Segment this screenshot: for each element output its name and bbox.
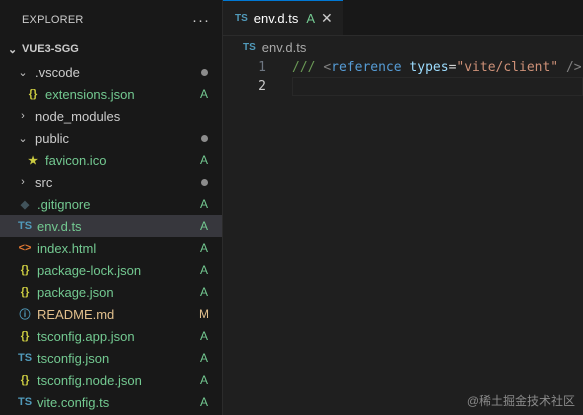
editor-area: TS env.d.ts A ✕ TS env.d.ts 1 /// <refer… (223, 0, 583, 415)
git-status-badge: A (199, 351, 208, 365)
attr-name: types (409, 60, 449, 75)
explorer-sidebar: EXPLORER ··· ⌄ VUE3-SGG ⌄ .vscode {} extens… (0, 0, 223, 415)
ts-file-icon: TS (17, 220, 33, 232)
tree-item[interactable]: ⌄ public (0, 127, 222, 149)
tag-open: < (323, 60, 332, 75)
git-status-badge: A (199, 197, 208, 211)
json-file-icon: {} (20, 264, 30, 276)
json-file-icon: {} (20, 286, 30, 298)
close-icon[interactable]: ✕ (321, 10, 333, 27)
tree-item[interactable]: <> index.html A (0, 237, 222, 259)
explorer-header: EXPLORER ··· (0, 0, 222, 40)
watermark: @稀土掘金技术社区 (466, 394, 575, 408)
git-status-badge: A (199, 219, 208, 233)
git-status-badge: A (199, 373, 208, 387)
dot-icon (200, 179, 208, 186)
tree-item-label: extensions.json (45, 86, 135, 102)
tree-item[interactable]: TS env.d.ts A (0, 215, 222, 237)
explorer-title: EXPLORER (22, 14, 84, 26)
tree-item[interactable]: TS tsconfig.json A (0, 347, 222, 369)
tree-item[interactable]: TS vite.config.ts A (0, 391, 222, 413)
breadcrumb-file[interactable]: env.d.ts (262, 40, 307, 55)
comment-slash: /// (292, 60, 316, 75)
tree-item-label: package-lock.json (37, 262, 142, 278)
code-editor[interactable]: 1 /// <reference types="vite/client" /> … (223, 58, 583, 96)
ts-file-icon: TS (17, 396, 33, 408)
workspace-root-label: VUE3-SGG (22, 43, 79, 55)
modified-dot-icon (197, 175, 211, 189)
git-status-badge: A (199, 263, 208, 277)
git-status-badge: A (199, 329, 208, 343)
git-status-badge: A (199, 241, 208, 255)
tree-item-label: node_modules (35, 108, 121, 124)
tree-item[interactable]: {} package-lock.json A (0, 259, 222, 281)
typescript-icon: TS (235, 12, 248, 24)
git-status-badge: A (199, 87, 208, 101)
tree-item[interactable]: {} tsconfig.app.json A (0, 325, 222, 347)
attr-value: "vite/client" (456, 60, 559, 75)
dot-icon (200, 69, 208, 76)
git-status-badge: A (199, 395, 208, 409)
code-line-content: /// <reference types="vite/client" /> (292, 60, 582, 75)
code-line-current[interactable]: 2 (223, 77, 583, 96)
tab-env-d-ts[interactable]: TS env.d.ts A ✕ (223, 0, 343, 35)
tree-item[interactable]: › src (0, 171, 222, 193)
git-file-icon: ◆ (20, 198, 30, 211)
modified-dot-icon (197, 131, 211, 145)
ico-file-icon: ★ (28, 154, 38, 167)
tree-item-label: vite.config.ts (37, 394, 110, 410)
workspace-root[interactable]: ⌄ VUE3-SGG (0, 40, 222, 58)
json-file-icon: {} (20, 374, 30, 386)
chevron-right-icon: › (21, 176, 25, 188)
tag-close: /> (565, 60, 582, 75)
tree-item-label: public (35, 130, 69, 146)
current-line-highlight (292, 77, 583, 96)
tsconfig-file-icon: TS (17, 352, 33, 364)
chevron-right-icon: › (21, 110, 25, 122)
tag-name: reference (331, 60, 402, 75)
json-file-icon: {} (20, 330, 30, 342)
chevron-down-icon: ⌄ (18, 132, 28, 145)
code-line[interactable]: 1 /// <reference types="vite/client" /> (223, 58, 583, 77)
json-file-icon: {} (28, 88, 38, 100)
tree-item[interactable]: ★ favicon.ico A (0, 149, 222, 171)
html-file-icon: <> (18, 242, 32, 254)
tab-bar: TS env.d.ts A ✕ (223, 0, 583, 36)
tree-item-label: favicon.ico (45, 152, 107, 168)
tab-label: env.d.ts (253, 10, 299, 26)
tree-item-label: .gitignore (37, 196, 91, 212)
line-number: 2 (258, 79, 266, 94)
tree-item-label: tsconfig.app.json (37, 328, 135, 344)
git-status-badge: M (199, 307, 209, 321)
tree-item[interactable]: ⌄ .vscode (0, 61, 222, 83)
md-file-icon: ⓘ (19, 309, 31, 321)
more-actions-icon[interactable]: ··· (192, 12, 210, 29)
breadcrumb[interactable]: TS env.d.ts (223, 36, 583, 58)
tree-item[interactable]: {} package.json A (0, 281, 222, 303)
git-status-badge: A (306, 10, 316, 26)
file-tree: ⌄ .vscode {} extensions.json A › node_modules ⌄… (0, 61, 222, 413)
tree-item[interactable]: › node_modules (0, 105, 222, 127)
tree-item-label: index.html (37, 240, 97, 256)
tree-item-label: README.md (37, 306, 115, 322)
git-status-badge: A (199, 285, 208, 299)
tree-item-label: src (35, 174, 53, 190)
dot-icon (200, 135, 208, 142)
typescript-icon: TS (243, 41, 256, 53)
tree-item[interactable]: {} tsconfig.node.json A (0, 369, 222, 391)
tree-item-label: package.json (37, 284, 114, 300)
tree-item-label: tsconfig.node.json (37, 372, 142, 388)
chevron-down-icon: ⌄ (18, 66, 28, 79)
tree-item-label: .vscode (35, 64, 80, 80)
tree-item-label: env.d.ts (37, 218, 82, 234)
tree-item[interactable]: ⓘ README.md M (0, 303, 222, 325)
chevron-down-icon: ⌄ (8, 43, 18, 56)
tree-item-label: tsconfig.json (37, 350, 110, 366)
modified-dot-icon (197, 65, 211, 79)
tree-item[interactable]: ◆ .gitignore A (0, 193, 222, 215)
git-status-badge: A (199, 153, 208, 167)
tree-item[interactable]: {} extensions.json A (0, 83, 222, 105)
line-number: 1 (258, 60, 266, 75)
